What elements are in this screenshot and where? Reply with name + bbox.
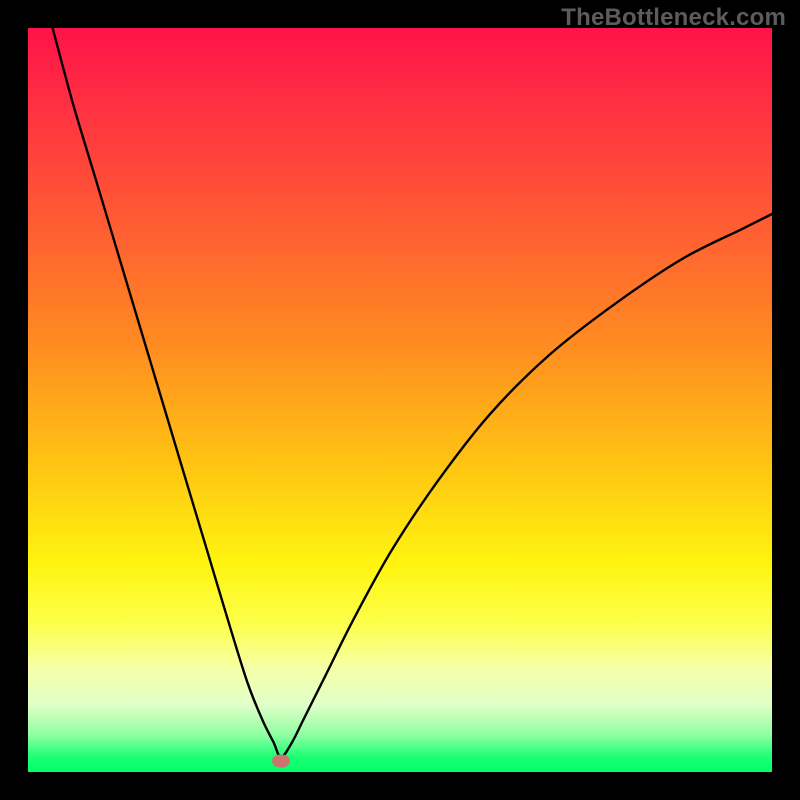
chart-frame: TheBottleneck.com [0, 0, 800, 800]
watermark-text: TheBottleneck.com [561, 4, 786, 32]
optimal-point-marker [272, 754, 290, 767]
curve-layer [28, 28, 772, 772]
bottleneck-curve [53, 28, 772, 757]
plot-area [28, 28, 772, 772]
